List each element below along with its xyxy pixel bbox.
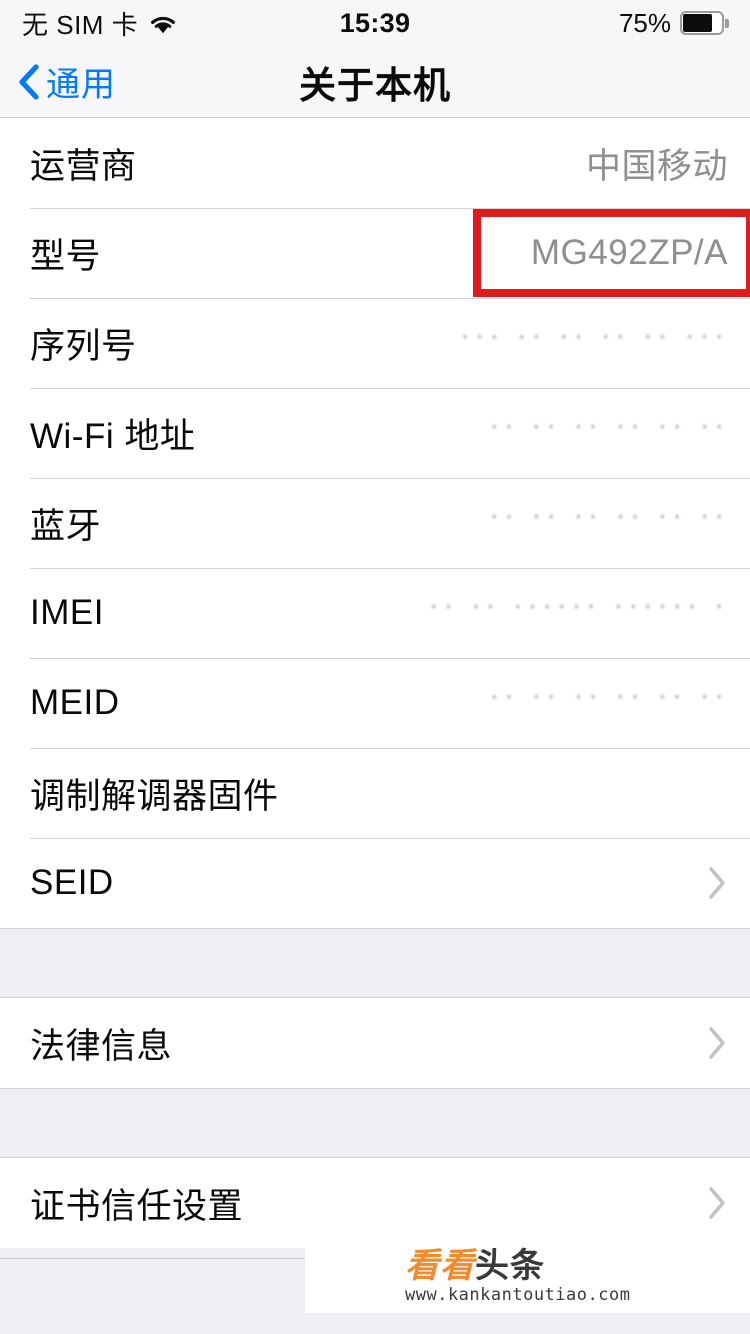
settings-row: MEID ·· ·· ·· ·· ·· ·· (0, 658, 750, 748)
wifi-icon (148, 12, 178, 34)
battery-icon (680, 11, 729, 35)
settings-group: 法律信息 (0, 998, 750, 1088)
settings-row-label: 运营商 (30, 146, 137, 186)
settings-row: 运营商 中国移动 (0, 118, 750, 208)
redacted-value: ··· ·· ·· ·· ·· ··· (459, 326, 728, 360)
settings-row-value: ··· ·· ·· ·· ·· ··· (459, 326, 728, 354)
watermark: 看看头条 www.kankantoutiao.com (305, 1245, 750, 1313)
settings-list: 运营商 中国移动型号 MG492ZP/A 序列号 ··· ·· ·· ·· ·· ···… (0, 118, 750, 1248)
settings-row-label: 调制解调器固件 (30, 776, 279, 816)
watermark-logo: 看看头条 (405, 1249, 630, 1283)
redacted-value: ·· ·· ······ ······ · (428, 596, 728, 630)
settings-row[interactable]: 法律信息 (0, 998, 750, 1088)
navigation-bar: 通用 关于本机 (0, 46, 750, 118)
status-bar: 无 SIM 卡 15:39 75% (0, 0, 750, 46)
redacted-value: ·· ·· ·· ·· ·· ·· (489, 506, 728, 540)
section-gap (0, 1088, 750, 1158)
section-gap (0, 928, 750, 998)
settings-row-label: 序列号 (30, 326, 137, 366)
settings-row[interactable]: SEID (0, 838, 750, 928)
settings-row-right: ·· ·· ·· ·· ·· ·· (489, 416, 728, 450)
chevron-left-icon (16, 63, 42, 101)
redacted-value: ·· ·· ·· ·· ·· ·· (489, 686, 728, 720)
settings-row: 调制解调器固件 (0, 748, 750, 838)
settings-row-right (706, 1185, 728, 1221)
settings-row-label: 法律信息 (30, 1026, 173, 1066)
settings-row[interactable]: 证书信任设置 (0, 1158, 750, 1248)
settings-row-value: ·· ·· ·· ·· ·· ·· (488, 686, 728, 714)
back-button[interactable]: 通用 (0, 57, 116, 106)
settings-row-label: 证书信任设置 (30, 1186, 244, 1226)
settings-row: Wi-Fi 地址 ·· ·· ·· ·· ·· ·· (0, 388, 750, 478)
chevron-right-icon (706, 1025, 728, 1061)
settings-row-label: SEID (30, 863, 114, 902)
chevron-right-icon (706, 865, 728, 901)
settings-row-right: 中国移动 (586, 138, 728, 189)
settings-row: 序列号 ··· ·· ·· ·· ·· ··· (0, 298, 750, 388)
redacted-value: ·· ·· ·· ·· ·· ·· (489, 416, 728, 450)
settings-row-right: ··· ·· ·· ·· ·· ··· (459, 326, 728, 360)
status-bar-right: 75% (618, 7, 729, 39)
settings-group: 证书信任设置 (0, 1158, 750, 1248)
carrier-label: 无 SIM 卡 (22, 9, 139, 40)
settings-row: 蓝牙 ·· ·· ·· ·· ·· ·· (0, 478, 750, 568)
watermark-url: www.kankantoutiao.com (405, 1285, 631, 1305)
settings-row-label: 蓝牙 (30, 506, 102, 546)
settings-row-label: Wi-Fi 地址 (30, 416, 196, 456)
settings-row-right: ·· ·· ······ ······ · (428, 596, 728, 630)
footer-area: 看看头条 www.kankantoutiao.com (0, 1245, 750, 1334)
settings-row-right: MG492ZP/A (531, 233, 728, 273)
settings-row-label: IMEI (30, 593, 104, 632)
chevron-right-icon (706, 1185, 728, 1221)
settings-row-right: ·· ·· ·· ·· ·· ·· (489, 506, 728, 540)
battery-percent-label: 75% (618, 7, 671, 38)
watermark-logo-dark: 头条 (475, 1247, 545, 1285)
settings-row-value: 中国移动 (585, 146, 728, 186)
settings-row-right (706, 865, 728, 901)
status-bar-left: 无 SIM 卡 (22, 5, 178, 42)
settings-row-value: ·· ·· ·· ·· ·· ·· (488, 416, 728, 444)
settings-row: IMEI ·· ·· ······ ······ · (0, 568, 750, 658)
settings-group: 运营商 中国移动型号 MG492ZP/A 序列号 ··· ·· ·· ·· ·· ···… (0, 118, 750, 928)
settings-row-right (706, 1025, 728, 1061)
watermark-logo-orange: 看看 (405, 1247, 475, 1285)
settings-row-value: ·· ·· ·· ·· ·· ·· (488, 506, 728, 534)
settings-row-value: MG492ZP/A (530, 233, 728, 272)
settings-row-right: ·· ·· ·· ·· ·· ·· (489, 686, 728, 720)
iphone-about-screen: 无 SIM 卡 15:39 75% 通用 关于本机 运营商 中国移动 型号 MG… (0, 0, 750, 1334)
settings-row: 型号 MG492ZP/A (0, 208, 750, 298)
settings-row-label: 型号 (30, 236, 102, 276)
back-button-label: 通用 (46, 66, 116, 104)
settings-row-value: ·· ·· ······ ······ · (427, 596, 728, 624)
settings-row-label: MEID (30, 683, 120, 722)
